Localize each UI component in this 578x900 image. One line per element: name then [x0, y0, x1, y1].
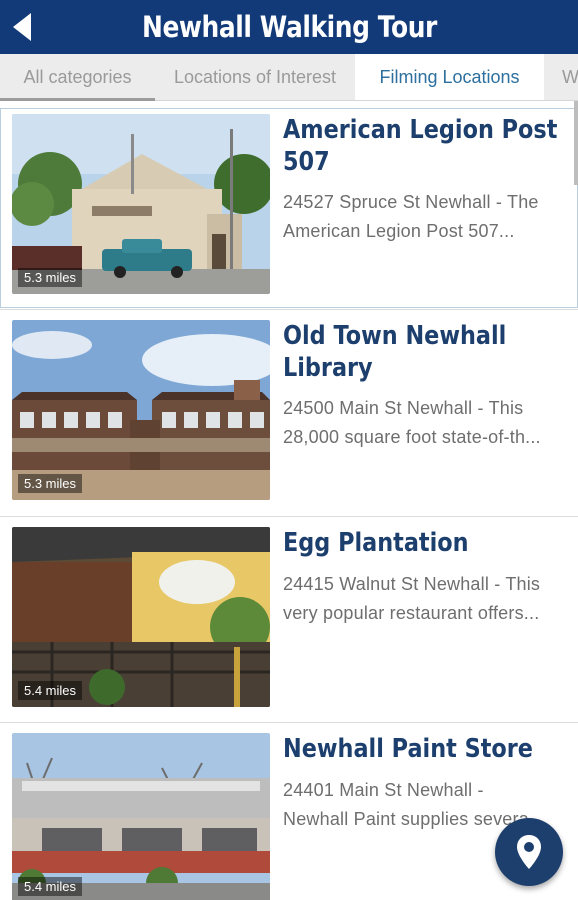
- item-description-line: very popular restaurant offers...: [283, 603, 540, 623]
- item-description-line: 24500 Main St Newhall - This: [283, 398, 524, 418]
- item-description-line: American Legion Post 507...: [283, 221, 515, 241]
- item-description: 24527 Spruce St Newhall - The American L…: [283, 188, 563, 246]
- item-title-line: Library: [283, 353, 373, 383]
- tab-label: All categories: [23, 67, 132, 87]
- tab-label: W: [562, 67, 578, 87]
- item-description-line: 28,000 square foot state-of-th...: [283, 427, 541, 447]
- back-arrow-icon: [13, 13, 31, 41]
- scrollbar[interactable]: [574, 101, 578, 185]
- item-title: American Legion Post 507: [283, 114, 563, 178]
- tab-walking[interactable]: W: [544, 54, 578, 100]
- item-title-line: Newhall Paint Store: [283, 734, 533, 764]
- item-description: 24415 Walnut St Newhall - This very popu…: [283, 570, 563, 628]
- list-item-egg-plantation[interactable]: 5.4 miles Egg Plantation 24415 Walnut St…: [0, 517, 578, 723]
- location-photo: 5.4 miles: [12, 733, 270, 900]
- tab-all-categories[interactable]: All categories: [0, 54, 155, 100]
- item-description-line: 24415 Walnut St Newhall - This: [283, 574, 541, 594]
- distance-badge: 5.4 miles: [18, 681, 83, 700]
- item-title: Old Town Newhall Library: [283, 320, 563, 384]
- list-item-american-legion[interactable]: 5.3 miles American Legion Post 507 24527…: [0, 108, 578, 308]
- location-photo: 5.3 miles: [12, 114, 270, 294]
- distance-badge: 5.3 miles: [18, 268, 83, 287]
- item-title-line: Old Town Newhall: [283, 321, 507, 351]
- map-pin-icon: [517, 835, 541, 869]
- item-description: 24500 Main St Newhall - This 28,000 squa…: [283, 394, 563, 452]
- item-description-line: 24401 Main St Newhall -: [283, 780, 484, 800]
- list-item-newhall-paint-store[interactable]: 5.4 miles Newhall Paint Store 24401 Main…: [0, 723, 578, 900]
- item-title: Egg Plantation: [283, 527, 563, 559]
- tab-label: Locations of Interest: [173, 67, 337, 87]
- distance-badge: 5.4 miles: [18, 877, 83, 896]
- list-item-old-town-library[interactable]: 5.3 miles Old Town Newhall Library 24500…: [0, 310, 578, 516]
- distance-badge: 5.3 miles: [18, 474, 83, 493]
- category-tabs: All categories Locations of Interest Fil…: [0, 54, 578, 101]
- item-description-line: 24527 Spruce St Newhall - The: [283, 192, 539, 212]
- location-photo: 5.3 miles: [12, 320, 270, 500]
- item-title-line: American Legion Post: [283, 115, 558, 145]
- tab-label: Filming Locations: [379, 67, 520, 87]
- item-title-line: Egg Plantation: [283, 528, 469, 558]
- item-title-line: 507: [283, 147, 330, 177]
- map-button[interactable]: [495, 818, 563, 886]
- item-title: Newhall Paint Store: [283, 733, 563, 765]
- tab-filming-locations[interactable]: Filming Locations: [355, 54, 544, 100]
- tab-locations-of-interest[interactable]: Locations of Interest: [155, 54, 355, 100]
- tab-scroll-indicator: [0, 98, 155, 101]
- app-header: Newhall Walking Tour: [0, 0, 578, 54]
- back-button[interactable]: [6, 9, 38, 45]
- page-title: Newhall Walking Tour: [141, 10, 437, 44]
- location-photo: 5.4 miles: [12, 527, 270, 707]
